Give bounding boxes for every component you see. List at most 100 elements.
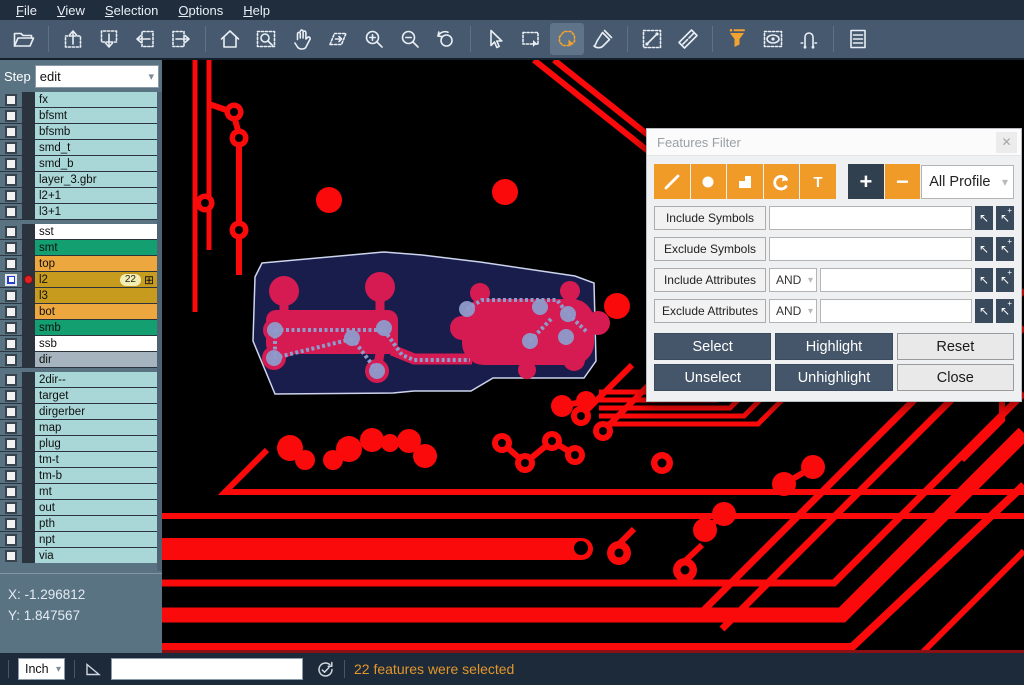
layer-checkbox[interactable] [5, 258, 17, 270]
layer-row-dir[interactable]: dir [0, 352, 162, 367]
layer-checkbox[interactable] [5, 390, 17, 402]
layer-checkbox[interactable] [5, 470, 17, 482]
select-polygon-button[interactable] [550, 23, 584, 55]
unselect-button[interactable]: Unselect [654, 364, 771, 391]
layer-checkbox[interactable] [5, 158, 17, 170]
layer-checkbox[interactable] [5, 190, 17, 202]
layer-checkbox[interactable] [5, 354, 17, 366]
zoom-out-button[interactable] [393, 23, 427, 55]
profile-select[interactable]: All Profile▾ [921, 165, 1014, 199]
layer-name[interactable]: bfsmt [35, 108, 157, 123]
layer-checkbox[interactable] [5, 486, 17, 498]
layer-name[interactable]: smd_t [35, 140, 157, 155]
layer-name[interactable]: pth [35, 516, 157, 531]
pan-down-button[interactable] [92, 23, 126, 55]
layer-row-tm-b[interactable]: tm-b [0, 468, 162, 483]
include-attributes-button[interactable]: Include Attributes [654, 268, 766, 292]
pick-arrow-add-button[interactable]: ↖+ [996, 299, 1014, 323]
zoom-in-button[interactable] [357, 23, 391, 55]
layer-name[interactable]: l3 [35, 288, 157, 303]
menu-item-options[interactable]: Options [168, 2, 233, 19]
pan-left-button[interactable] [128, 23, 162, 55]
layer-name[interactable]: target [35, 388, 157, 403]
layer-name[interactable]: smt [35, 240, 157, 255]
layer-row-smb[interactable]: smb [0, 320, 162, 335]
layer-row-smd_b[interactable]: smd_b [0, 156, 162, 171]
select-rectangle-button[interactable] [514, 23, 548, 55]
layer-checkbox[interactable] [5, 226, 17, 238]
layer-row-l3+1[interactable]: l3+1 [0, 204, 162, 219]
layer-name[interactable]: plug [35, 436, 157, 451]
and-or-select[interactable]: AND▾ [769, 268, 817, 292]
step-select[interactable]: edit ▾ [35, 65, 159, 88]
menu-item-selection[interactable]: Selection [95, 2, 168, 19]
layer-row-bot[interactable]: bot [0, 304, 162, 319]
layer-checkbox[interactable] [5, 242, 17, 254]
layer-row-l2+1[interactable]: l2+1 [0, 188, 162, 203]
layer-row-out[interactable]: out [0, 500, 162, 515]
home-view-button[interactable] [213, 23, 247, 55]
layer-checkbox[interactable] [5, 110, 17, 122]
layer-checkbox[interactable] [5, 206, 17, 218]
reset-button[interactable]: Reset [897, 333, 1014, 360]
ruler-button[interactable] [671, 23, 705, 55]
layer-row-smd_t[interactable]: smd_t [0, 140, 162, 155]
layer-name[interactable]: out [35, 500, 157, 515]
layer-name[interactable]: map [35, 420, 157, 435]
layer-name[interactable]: mt [35, 484, 157, 499]
command-input[interactable] [111, 658, 303, 680]
layer-name[interactable]: l222⊞ [35, 272, 157, 287]
layer-checkbox[interactable] [5, 338, 17, 350]
layer-checkbox[interactable] [5, 142, 17, 154]
layer-name[interactable]: top [35, 256, 157, 271]
clear-brush-button[interactable] [586, 23, 620, 55]
report-button[interactable] [841, 23, 875, 55]
layer-name[interactable]: smd_b [35, 156, 157, 171]
refresh-check-icon[interactable] [316, 660, 335, 679]
open-button[interactable] [7, 23, 41, 55]
pick-arrow-add-button[interactable]: ↖+ [996, 237, 1014, 261]
layer-name[interactable]: l3+1 [35, 204, 157, 219]
layer-row-mt[interactable]: mt [0, 484, 162, 499]
layer-row-top[interactable]: top [0, 256, 162, 271]
layer-checkbox[interactable] [5, 422, 17, 434]
dialog-title-bar[interactable]: Features Filter ✕ [647, 129, 1021, 156]
layer-checkbox[interactable] [5, 534, 17, 546]
layer-row-pth[interactable]: pth [0, 516, 162, 531]
layer-row-smt[interactable]: smt [0, 240, 162, 255]
exclude-symbols-input[interactable] [769, 237, 972, 261]
layer-checkbox[interactable] [5, 438, 17, 450]
close-icon[interactable]: ✕ [996, 132, 1017, 153]
menu-item-view[interactable]: View [47, 2, 95, 19]
layer-checkbox[interactable] [5, 502, 17, 514]
angle-measure-icon[interactable] [84, 660, 102, 678]
layer-row-layer_3.gbr[interactable]: layer_3.gbr [0, 172, 162, 187]
zoom-previous-button[interactable] [429, 23, 463, 55]
include-symbols-button[interactable]: Include Symbols [654, 206, 766, 230]
loop-button[interactable] [792, 23, 826, 55]
pick-arrow-button[interactable]: ↖ [975, 206, 993, 230]
include-symbols-input[interactable] [769, 206, 972, 230]
layer-name[interactable]: bot [35, 304, 157, 319]
filter-text-button[interactable]: T [800, 164, 836, 199]
layer-row-bfsmb[interactable]: bfsmb [0, 124, 162, 139]
layer-checkbox[interactable] [5, 518, 17, 530]
measure-distance-button[interactable] [635, 23, 669, 55]
layer-row-l2[interactable]: l222⊞ [0, 272, 162, 287]
highlight-button[interactable]: Highlight [775, 333, 892, 360]
layer-name[interactable]: fx [35, 92, 157, 107]
unhighlight-button[interactable]: Unhighlight [775, 364, 892, 391]
exclude-attributes-button[interactable]: Exclude Attributes [654, 299, 766, 323]
layer-row-ssb[interactable]: ssb [0, 336, 162, 351]
layer-row-map[interactable]: map [0, 420, 162, 435]
exclude-attributes-input[interactable] [820, 299, 972, 323]
layer-checkbox[interactable] [5, 322, 17, 334]
units-select[interactable]: Inch ▾ [18, 658, 65, 680]
pick-arrow-button[interactable]: ↖ [975, 268, 993, 292]
filter-pads-button[interactable] [691, 164, 727, 199]
layer-name[interactable]: l2+1 [35, 188, 157, 203]
features-filter-button[interactable] [720, 23, 754, 55]
filter-lines-button[interactable] [654, 164, 690, 199]
layer-name[interactable]: bfsmb [35, 124, 157, 139]
pick-arrow-button[interactable]: ↖ [975, 237, 993, 261]
